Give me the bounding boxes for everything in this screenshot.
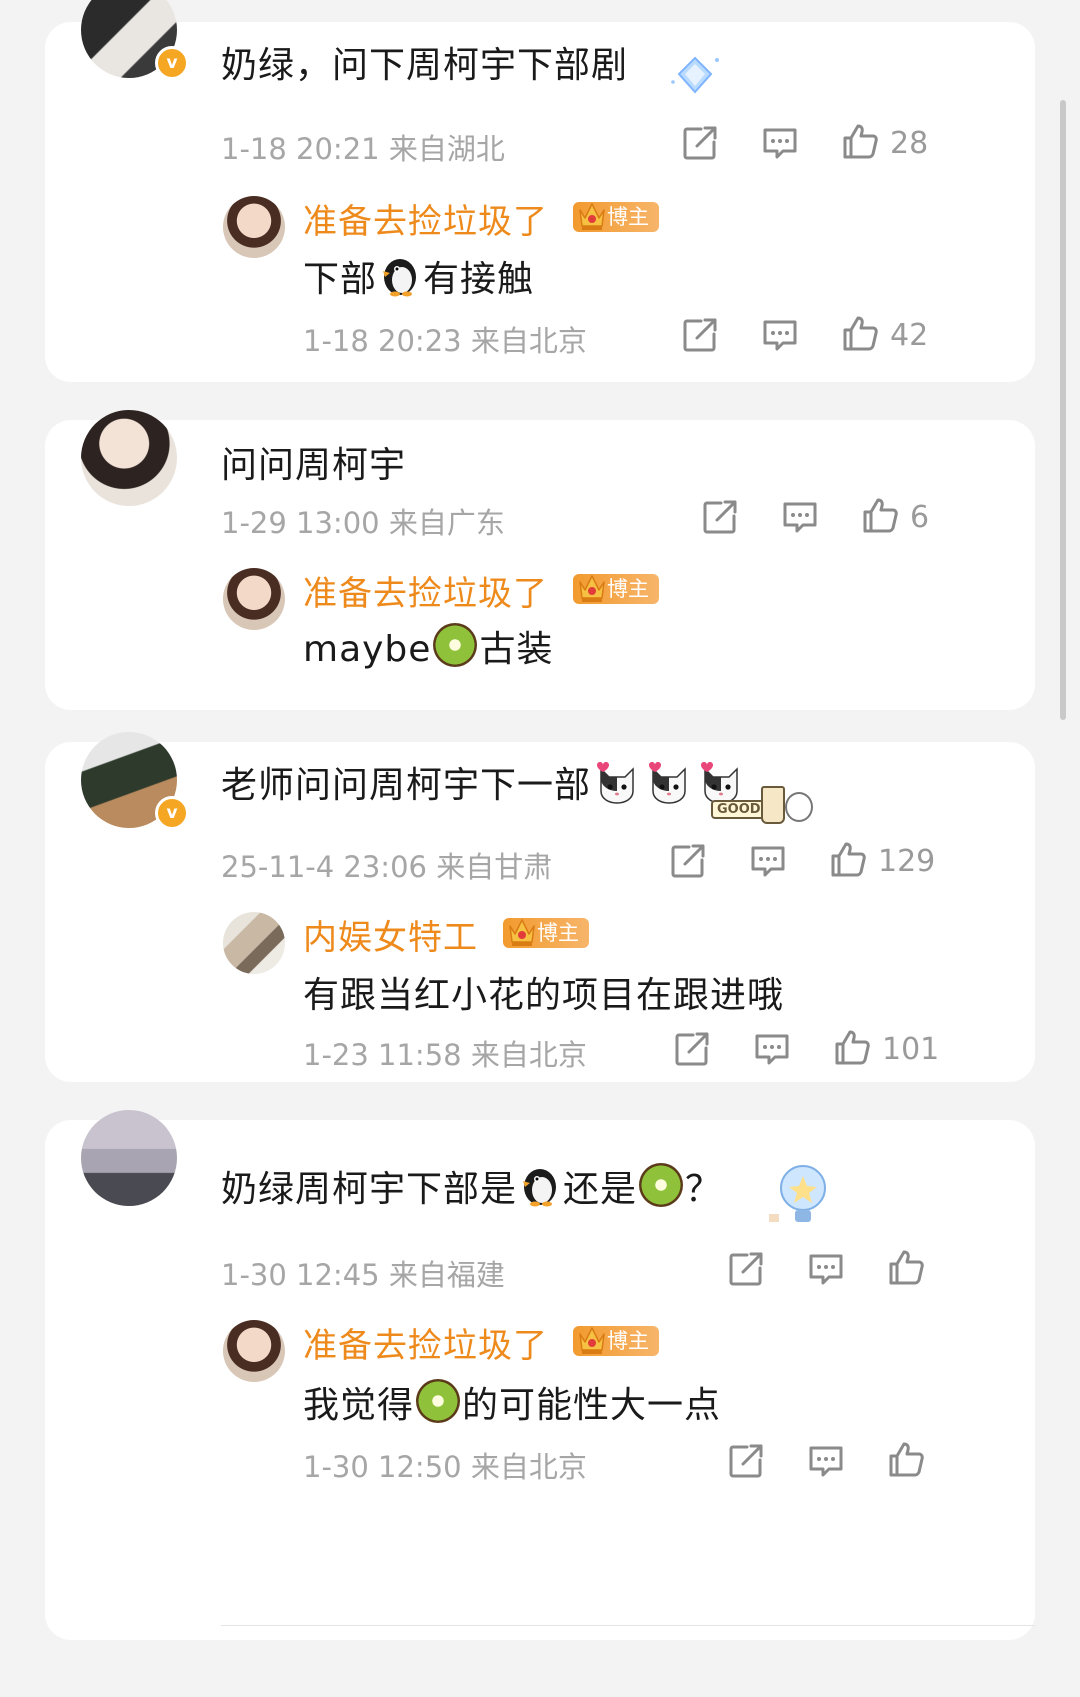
scrollbar[interactable]	[1060, 100, 1066, 720]
reply-meta: 1-18 20:23 来自北京	[303, 324, 587, 358]
like-count: 101	[882, 1032, 940, 1067]
verified-badge-icon: v	[155, 46, 189, 80]
like-count: 6	[910, 500, 930, 535]
comment-icon[interactable]	[761, 316, 799, 354]
thumbs-up-icon[interactable]	[887, 1248, 925, 1286]
comment-icon[interactable]	[761, 124, 799, 162]
reply-avatar[interactable]	[223, 196, 285, 258]
reply-meta: 1-23 11:58 来自北京	[303, 1038, 587, 1072]
penguin-emoji-icon	[519, 1163, 561, 1207]
reply-text: 下部 有接触	[303, 250, 534, 302]
reply-text-part: 有接触	[423, 259, 535, 300]
comment-meta: 1-18 20:21 来自湖北	[221, 132, 505, 166]
reply-avatar[interactable]	[223, 568, 285, 630]
comment-icon[interactable]	[807, 1442, 845, 1480]
comment-text-part: 奶绿周柯宇下部是	[221, 1169, 518, 1210]
blogger-badge-label: 博主	[607, 1329, 649, 1353]
thumbs-up-icon[interactable]	[841, 122, 879, 160]
share-icon[interactable]	[673, 1030, 711, 1068]
diamond-sticker-icon	[671, 56, 719, 94]
reply-avatar[interactable]	[223, 1320, 285, 1382]
thumbs-up-icon[interactable]	[887, 1440, 925, 1478]
comment-text-part: 老师问问周柯宇下一部	[221, 765, 592, 806]
reply-text: maybe 古装	[303, 620, 553, 672]
comment-icon[interactable]	[753, 1030, 791, 1068]
avatar[interactable]	[81, 410, 177, 506]
like-count: 129	[878, 844, 936, 879]
comment-text: 奶绿周柯宇下部是 还是 ？	[221, 1160, 722, 1212]
blogger-badge: 博主	[573, 202, 659, 232]
reply-username[interactable]: 准备去捡垃圾了	[303, 566, 548, 615]
blogger-badge-label: 博主	[537, 921, 579, 945]
blogger-badge-label: 博主	[607, 205, 649, 229]
reply-username[interactable]: 准备去捡垃圾了	[303, 194, 548, 243]
lightbulb-sticker-icon	[769, 1165, 826, 1222]
comment-page: v 奶绿，问下周柯宇下部剧 1-18 20:21 来自湖北 28 准备去捡垃圾了…	[0, 0, 1080, 1697]
cup-sticker-icon	[761, 786, 785, 824]
thumbs-up-icon[interactable]	[829, 840, 867, 878]
like-count: 42	[890, 318, 929, 353]
comment-meta: 1-30 12:45 来自福建	[221, 1258, 505, 1292]
kiwi-emoji-icon	[416, 1379, 461, 1423]
comment-meta: 25-11-4 23:06 来自甘肃	[221, 850, 553, 884]
cat-emoji-icon	[647, 761, 691, 805]
blogger-badge-label: 博主	[607, 577, 649, 601]
comment-text-part: 还是	[563, 1169, 638, 1210]
crown-icon	[577, 198, 607, 232]
blogger-badge: 博主	[573, 574, 659, 604]
cat-emoji-icon	[595, 761, 639, 805]
kiwi-emoji-icon	[639, 1163, 684, 1207]
reply-text-part: maybe	[303, 629, 432, 670]
comment-icon[interactable]	[749, 842, 787, 880]
reply-text-part: 下部	[303, 259, 378, 300]
comment-icon[interactable]	[807, 1250, 845, 1288]
thumbs-up-icon[interactable]	[861, 496, 899, 534]
comment-text-part: ？	[685, 1169, 723, 1210]
avatar[interactable]	[81, 1110, 177, 1206]
share-icon[interactable]	[669, 842, 707, 880]
share-icon[interactable]	[681, 124, 719, 162]
comment-text: 奶绿，问下周柯宇下部剧	[221, 45, 629, 86]
bunny-sticker-icon	[785, 792, 813, 822]
penguin-emoji-icon	[379, 253, 421, 297]
reply-text-part: 我觉得	[303, 1385, 415, 1426]
thumbs-up-icon[interactable]	[841, 314, 879, 352]
like-count: 28	[890, 126, 929, 161]
blogger-badge: 博主	[503, 918, 589, 948]
kiwi-emoji-icon	[433, 623, 478, 667]
reply-username[interactable]: 内娱女特工	[303, 910, 478, 959]
reply-avatar[interactable]	[223, 912, 285, 974]
comment-text: 老师问问周柯宇下一部	[221, 756, 747, 808]
crown-icon	[577, 1322, 607, 1356]
share-icon[interactable]	[727, 1250, 765, 1288]
comment-card: v 奶绿，问下周柯宇下部剧 1-18 20:21 来自湖北 28 准备去捡垃圾了…	[45, 0, 1035, 382]
comment-card: 问问周柯宇 1-29 13:00 来自广东 6 准备去捡垃圾了 博主 maybe…	[45, 410, 1035, 710]
good-sticker-label: GOOD	[711, 800, 767, 819]
share-icon[interactable]	[681, 316, 719, 354]
reply-text: 我觉得 的可能性大一点	[303, 1376, 721, 1428]
reply-text-part: 古装	[479, 629, 554, 670]
comment-card: 奶绿周柯宇下部是 还是 ？ 1-30 12:45 来自福建 准备去捡垃圾了 博主 我…	[45, 1110, 1035, 1640]
comment-text: 问问周柯宇	[221, 445, 407, 486]
divider	[221, 1625, 1035, 1626]
reply-meta: 1-30 12:50 来自北京	[303, 1450, 587, 1484]
comment-icon[interactable]	[781, 498, 819, 536]
crown-icon	[577, 570, 607, 604]
share-icon[interactable]	[727, 1442, 765, 1480]
reply-text-part: 的可能性大一点	[462, 1385, 722, 1426]
comment-card: v 老师问问周柯宇下一部 GOOD 25-11-4 23:06 来自甘肃 129…	[45, 732, 1035, 1082]
good-sticker: GOOD	[705, 778, 815, 830]
blogger-badge: 博主	[573, 1326, 659, 1356]
reply-text: 有跟当红小花的项目在跟进哦	[303, 975, 785, 1016]
share-icon[interactable]	[701, 498, 739, 536]
reply-username[interactable]: 准备去捡垃圾了	[303, 1318, 548, 1367]
thumbs-up-icon[interactable]	[833, 1028, 871, 1066]
crown-icon	[507, 914, 537, 948]
verified-badge-icon: v	[155, 796, 189, 830]
comment-meta: 1-29 13:00 来自广东	[221, 506, 505, 540]
